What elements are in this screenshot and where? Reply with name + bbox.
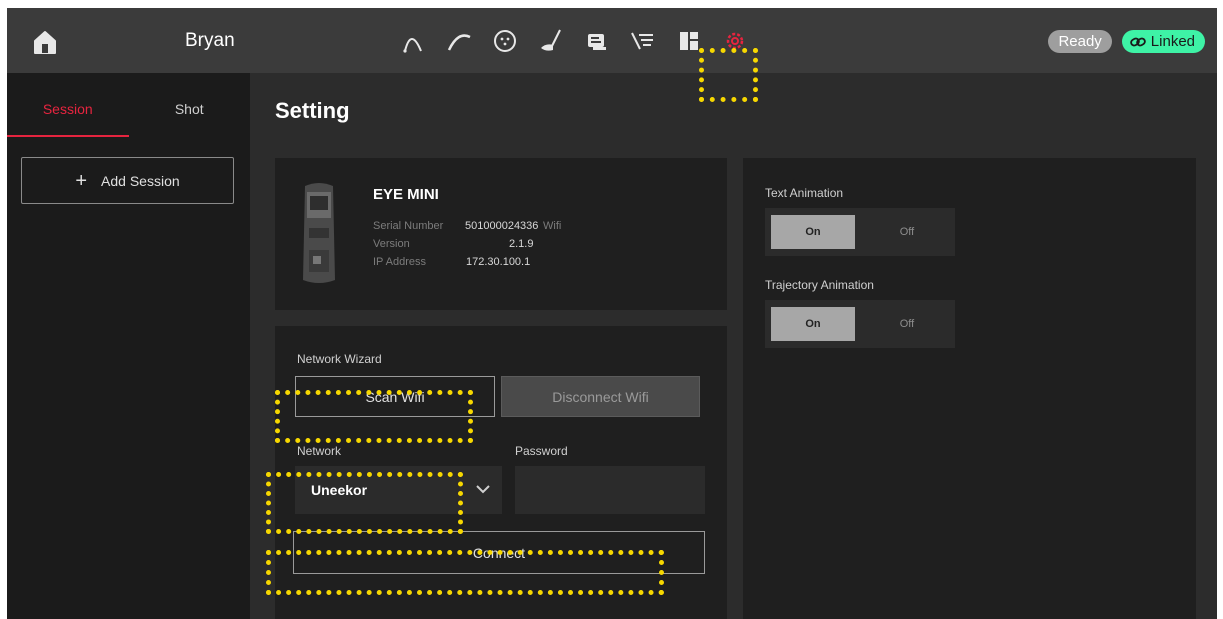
user-name: Bryan [185, 30, 235, 51]
ip-address-value: 172.30.100.1 [466, 256, 531, 268]
ready-badge: Ready [1048, 30, 1112, 53]
filter-list-icon[interactable] [627, 26, 659, 56]
sidebar: Session Shot + Add Session [7, 73, 250, 619]
home-icon[interactable] [31, 28, 59, 56]
ball-icon[interactable] [489, 26, 521, 56]
serial-number-value: 501000024336 [465, 220, 539, 232]
status-area: Ready Linked [1048, 30, 1205, 53]
serial-number-label: Serial Number [373, 220, 444, 232]
network-select-value: Uneekor [311, 482, 368, 498]
trajectory-animation-off-button[interactable]: Off [865, 307, 949, 341]
chevron-down-icon [474, 480, 492, 501]
plus-icon: + [75, 169, 88, 192]
dashboard-icon[interactable] [673, 26, 705, 56]
trajectory-high-icon[interactable] [397, 26, 429, 56]
version-label: Version [373, 238, 410, 250]
add-session-button[interactable]: + Add Session [21, 157, 234, 204]
settings-icon[interactable] [719, 26, 751, 56]
shot-list-icon[interactable] [581, 26, 613, 56]
linked-badge[interactable]: Linked [1121, 30, 1205, 53]
device-info-card: EYE MINI Serial Number 501000024336 Wifi… [275, 158, 727, 310]
connect-button[interactable]: Connect [293, 531, 705, 574]
device-name: EYE MINI [373, 186, 439, 203]
trajectory-animation-toggle: On Off [765, 300, 955, 348]
link-icon [1130, 37, 1146, 46]
scan-wifi-button[interactable]: Scan Wifi [295, 376, 495, 417]
tab-session[interactable]: Session [7, 73, 129, 137]
add-session-label: Add Session [101, 172, 180, 189]
animation-settings-card: Text Animation On Off Trajectory Animati… [743, 158, 1196, 619]
network-select[interactable]: Uneekor [295, 466, 502, 514]
sidebar-tabs: Session Shot [7, 73, 250, 137]
linked-label: Linked [1150, 33, 1195, 50]
text-animation-on-button[interactable]: On [771, 215, 855, 249]
network-card: Network Wizard Scan Wifi Disconnect Wifi… [275, 326, 727, 619]
page-title: Setting [275, 98, 350, 123]
text-animation-toggle: On Off [765, 208, 955, 256]
app-window: Bryan Ready Linked Session Shot + Add Se… [7, 8, 1217, 619]
nav-icon-bar [397, 26, 751, 56]
text-animation-label: Text Animation [765, 186, 844, 200]
trajectory-animation-on-button[interactable]: On [771, 307, 855, 341]
version-value: 2.1.9 [509, 238, 534, 250]
device-image [299, 180, 339, 288]
network-wizard-label: Network Wizard [297, 352, 382, 366]
password-input[interactable] [515, 466, 705, 514]
club-icon[interactable] [535, 26, 567, 56]
ip-address-label: IP Address [373, 256, 426, 268]
tab-shot[interactable]: Shot [129, 73, 251, 137]
connection-type: Wifi [543, 220, 562, 232]
trajectory-animation-label: Trajectory Animation [765, 278, 874, 292]
network-label: Network [297, 444, 342, 458]
text-animation-off-button[interactable]: Off [865, 215, 949, 249]
trajectory-low-icon[interactable] [443, 26, 475, 56]
top-bar: Bryan Ready Linked [7, 8, 1217, 73]
disconnect-wifi-button[interactable]: Disconnect Wifi [501, 376, 700, 417]
password-label: Password [515, 444, 568, 458]
